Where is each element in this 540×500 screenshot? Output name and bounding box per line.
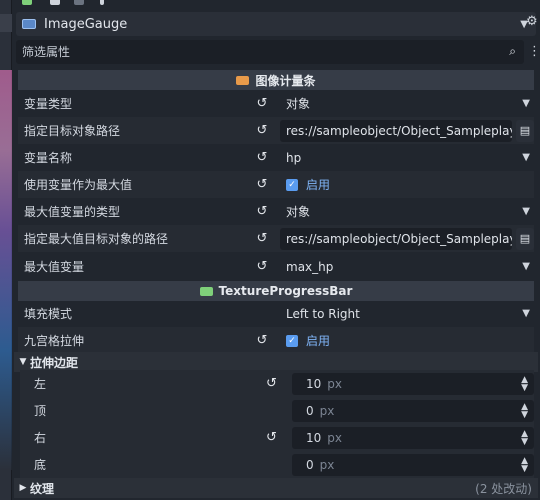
revert-icon[interactable]: ↺: [254, 204, 270, 220]
revert-icon[interactable]: ↺: [254, 231, 270, 247]
spin-arrows-icon[interactable]: ▲ ▼: [521, 375, 528, 392]
prop-label: 最大值变量的类型: [24, 205, 121, 219]
revert-icon[interactable]: ↺: [266, 376, 277, 391]
revert-icon[interactable]: ↺: [254, 259, 270, 275]
stretch-margin-right: 右 ↺ 10 px ▲ ▼: [20, 424, 534, 451]
max-var-select[interactable]: max_hp ▼: [280, 256, 534, 278]
spin-arrows-icon[interactable]: ▲ ▼: [521, 402, 528, 419]
max-path-field[interactable]: res://sampleobject/Object_Sampleplayer.t…: [280, 227, 512, 250]
var-name-select[interactable]: hp ▼: [280, 147, 534, 169]
prop-label: 指定最大值目标对象的路径: [24, 232, 169, 246]
revert-icon[interactable]: ↺: [266, 430, 277, 445]
fill-mode-select[interactable]: Left to Right ▼: [280, 303, 534, 325]
var-type-select[interactable]: 对象 ▼: [280, 93, 534, 115]
prop-label: 使用变量作为最大值: [24, 178, 133, 192]
prop-nine-patch: 九宫格拉伸 ↺ ✓ 启用: [18, 327, 534, 354]
texture-progress-bar-icon: [22, 19, 36, 29]
stretch-margin-bottom: 底 0 px ▲ ▼: [20, 451, 534, 478]
load-resource-icon[interactable]: [50, 0, 60, 5]
use-max-checkbox[interactable]: ✓ 启用: [280, 174, 534, 196]
changes-count: (2 处改动): [475, 481, 532, 496]
new-resource-icon[interactable]: [22, 0, 32, 5]
group-textures[interactable]: ▶ 纹理 (2 处改动): [14, 478, 538, 498]
target-path-field[interactable]: res://sampleobject/Object_Sampleplayer.t…: [280, 119, 512, 142]
viewport-preview-edge: [0, 70, 12, 470]
section-texture-progress-bar[interactable]: TextureProgressBar: [18, 281, 534, 301]
prop-target-path: 指定目标对象路径 ↺ res://sampleobject/Object_Sam…: [18, 117, 534, 144]
prop-max-type: 最大值变量的类型 ↺ 对象 ▼: [18, 198, 534, 225]
revert-icon[interactable]: ↺: [254, 333, 270, 349]
section-title: TextureProgressBar: [218, 284, 353, 298]
filter-properties: ⌕: [16, 40, 524, 64]
inspector-panel: ImageGauge ▼ ⚙ ⌕ ⋮ 图像计量条 变量类型 ↺ 对象▼ 指定目标…: [12, 0, 540, 500]
chevron-down-icon: ▼: [522, 308, 530, 319]
prop-label: 填充模式: [24, 307, 73, 321]
left-dock-strip: [0, 0, 12, 500]
search-icon: ⌕: [509, 44, 516, 58]
revert-icon[interactable]: ↺: [254, 96, 270, 112]
property-options-icon[interactable]: ⋮: [528, 44, 540, 59]
chevron-down-icon: ▼: [522, 98, 530, 109]
prop-label: 九宫格拉伸: [24, 334, 85, 348]
more-options-icon[interactable]: [100, 0, 104, 5]
stretch-bottom-spinbox[interactable]: 0 px ▲ ▼: [292, 453, 534, 476]
revert-icon[interactable]: ↺: [254, 150, 270, 166]
stretch-margin-top: 顶 0 px ▲ ▼: [20, 397, 534, 424]
dock-strip-tab: [0, 14, 12, 32]
group-title: 纹理: [30, 481, 55, 496]
section-title: 图像计量条: [255, 73, 316, 88]
chevron-down-icon: ▼: [522, 261, 530, 272]
group-stretch-margin[interactable]: ▼ 拉伸边距: [14, 352, 538, 372]
prop-max-path: 指定最大值目标对象的路径 ↺ res://sampleobject/Object…: [18, 225, 534, 252]
prop-label: 指定目标对象路径: [24, 124, 121, 138]
file-browse-icon[interactable]: ▤: [516, 227, 534, 250]
spin-arrows-icon[interactable]: ▲ ▼: [521, 429, 528, 446]
stretch-left-spinbox[interactable]: 10 px ▲ ▼: [292, 372, 534, 395]
revert-icon[interactable]: ↺: [254, 177, 270, 193]
node-selector[interactable]: ImageGauge ▼: [16, 12, 536, 36]
prop-max-var: 最大值变量 ↺ max_hp ▼: [18, 253, 534, 280]
texture-progress-bar-icon: [199, 286, 213, 296]
node-name: ImageGauge: [44, 16, 128, 32]
save-resource-icon[interactable]: [74, 0, 84, 5]
chevron-right-icon: ▶: [19, 483, 27, 493]
checkbox-checked-icon[interactable]: ✓: [286, 178, 298, 191]
prop-label: 最大值变量: [24, 260, 85, 274]
max-type-select[interactable]: 对象 ▼: [280, 201, 534, 223]
stretch-right-spinbox[interactable]: 10 px ▲ ▼: [292, 426, 534, 449]
node-tree-icon[interactable]: ⚙: [526, 14, 540, 34]
prop-var-name: 变量名称 ↺ hp ▼: [18, 144, 534, 171]
file-browse-icon[interactable]: ▤: [516, 119, 534, 142]
prop-label: 变量类型: [24, 97, 73, 111]
inspector-toolbar: [12, 0, 540, 8]
revert-icon[interactable]: ↺: [254, 123, 270, 139]
filter-properties-input[interactable]: [22, 45, 482, 59]
script-class-icon: [236, 75, 250, 85]
stretch-margin-left: 左 ↺ 10 px ▲ ▼: [20, 370, 534, 397]
nine-patch-checkbox[interactable]: ✓ 启用: [280, 330, 534, 352]
prop-label: 变量名称: [24, 151, 73, 165]
prop-use-max: 使用变量作为最大值 ↺ ✓ 启用: [18, 171, 534, 198]
chevron-down-icon: ▼: [19, 357, 27, 367]
prop-var-type: 变量类型 ↺ 对象 ▼: [18, 90, 534, 117]
section-image-gauge[interactable]: 图像计量条: [18, 70, 534, 90]
checkbox-checked-icon[interactable]: ✓: [286, 334, 298, 347]
prop-fill-mode: 填充模式 Left to Right ▼: [18, 300, 534, 327]
spin-arrows-icon[interactable]: ▲ ▼: [521, 456, 528, 473]
chevron-down-icon: ▼: [522, 152, 530, 163]
chevron-down-icon: ▼: [522, 206, 530, 217]
group-title: 拉伸边距: [30, 355, 79, 370]
stretch-top-spinbox[interactable]: 0 px ▲ ▼: [292, 399, 534, 422]
